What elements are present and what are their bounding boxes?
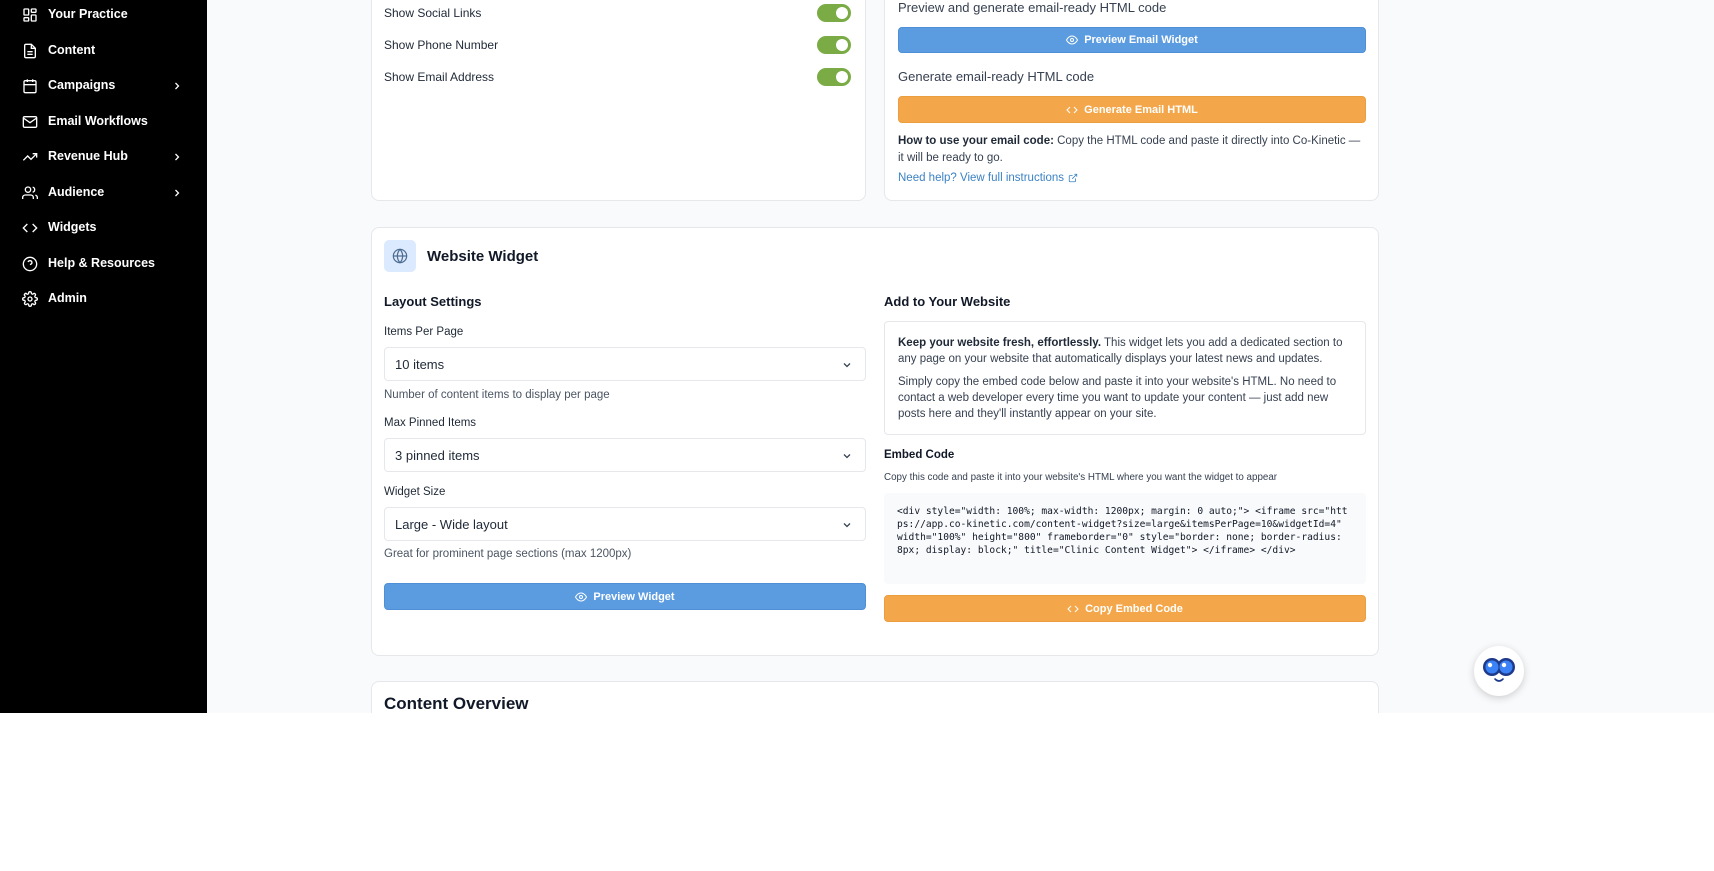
show-social-links-toggle[interactable] [817,4,851,22]
generate-email-description: Generate email-ready HTML code [898,69,1095,84]
eye-icon [575,591,588,602]
button-label: Preview Email Widget [1084,34,1198,46]
select-value: Large - Wide layout [395,517,508,532]
toggle-label: Show Email Address [384,70,495,84]
preview-email-description: Preview and generate email-ready HTML co… [898,0,1167,15]
code-icon [1067,605,1079,612]
embed-code-heading: Embed Code [884,449,955,461]
globe-icon [392,248,408,264]
chevron-down-icon [841,359,853,371]
preview-widget-button[interactable]: Preview Widget [384,583,866,610]
sidebar-item-your-practice[interactable]: Your Practice [0,0,207,30]
toggle-row-social-links: Show Social Links [384,4,854,24]
globe-icon-badge [384,240,416,272]
sidebar-item-widgets[interactable]: Widgets [0,213,207,243]
chevron-right-icon [171,80,183,92]
copy-embed-code-button[interactable]: Copy Embed Code [884,595,1366,622]
button-label: Copy Embed Code [1085,602,1183,615]
file-text-icon [22,43,38,59]
sidebar-item-label: Content [48,43,96,57]
toggle-label: Show Social Links [384,6,482,20]
max-pinned-label: Max Pinned Items [384,417,477,429]
code-icon [22,220,38,236]
widget-size-select[interactable]: Large - Wide layout [384,507,866,541]
sidebar-item-email-workflows[interactable]: Email Workflows [0,107,207,137]
email-howto-text: How to use your email code: Copy the HTM… [898,135,1361,164]
blank-area [0,713,1714,871]
max-pinned-select[interactable]: 3 pinned items [384,438,866,472]
sidebar-item-label: Audience [48,185,105,199]
widget-size-label: Widget Size [384,486,446,498]
select-value: 3 pinned items [395,448,480,463]
items-per-page-label: Items Per Page [384,326,464,338]
sidebar-item-revenue-hub[interactable]: Revenue Hub [0,142,207,172]
external-link-icon [1068,173,1078,183]
sidebar-item-label: Admin [48,291,87,305]
assistant-mascot-button[interactable] [1474,646,1524,696]
sidebar-item-label: Campaigns [48,78,116,92]
info-paragraph-1: Keep your website fresh, effortlessly. T… [898,337,1343,365]
eye-icon [1066,35,1079,45]
select-value: 10 items [395,357,445,372]
mail-icon [22,114,38,130]
items-per-page-help: Number of content items to display per p… [384,389,610,401]
show-phone-number-toggle[interactable] [817,36,851,54]
chevron-right-icon [171,151,183,163]
sidebar-item-admin[interactable]: Admin [0,284,207,314]
button-label: Preview Widget [593,590,675,603]
code-icon [1066,106,1078,113]
help-circle-icon [22,256,38,272]
add-to-website-heading: Add to Your Website [884,294,1011,309]
info-paragraph-2: Simply copy the embed code below and pas… [898,376,1337,420]
sidebar-item-content[interactable]: Content [0,36,207,66]
website-info-box: Keep your website fresh, effortlessly. T… [884,321,1366,435]
sidebar-item-label: Help & Resources [48,256,155,270]
show-email-address-toggle[interactable] [817,68,851,86]
content-overview-title: Content Overview [384,694,529,713]
help-instructions-link[interactable]: Need help? View full instructions [898,172,1078,184]
website-widget-title: Website Widget [427,248,539,265]
grid-icon [22,7,38,23]
layout-settings-heading: Layout Settings [384,294,482,309]
toggle-label: Show Phone Number [384,38,499,52]
mascot-face-icon [1483,658,1515,682]
sidebar-item-label: Email Workflows [48,114,148,128]
preview-email-widget-button[interactable]: Preview Email Widget [898,27,1366,53]
users-icon [22,185,38,201]
embed-code-help: Copy this code and paste it into your we… [884,472,1278,483]
toggle-row-phone-number: Show Phone Number [384,36,854,56]
chevron-down-icon [841,450,853,462]
trending-up-icon [22,149,38,165]
sidebar-item-label: Widgets [48,220,97,234]
sidebar-item-campaigns[interactable]: Campaigns [0,71,207,101]
app-viewport: Your Practice Content Campaigns Email Wo… [0,0,1714,713]
sidebar: Your Practice Content Campaigns Email Wo… [0,0,207,713]
items-per-page-select[interactable]: 10 items [384,347,866,381]
chevron-right-icon [171,187,183,199]
sidebar-item-label: Your Practice [48,7,128,21]
widget-size-help: Great for prominent page sections (max 1… [384,548,632,560]
toggle-row-email-address: Show Email Address [384,68,854,88]
generate-email-html-button[interactable]: Generate Email HTML [898,96,1366,123]
embed-code-block[interactable]: <div style="width: 100%; max-width: 1200… [884,493,1366,584]
sidebar-item-label: Revenue Hub [48,149,128,163]
sidebar-item-help-resources[interactable]: Help & Resources [0,249,207,279]
calendar-icon [22,78,38,94]
button-label: Generate Email HTML [1084,103,1198,116]
chevron-down-icon [841,519,853,531]
sidebar-item-audience[interactable]: Audience [0,178,207,208]
gear-icon [22,291,38,307]
email-settings-card [371,0,866,201]
